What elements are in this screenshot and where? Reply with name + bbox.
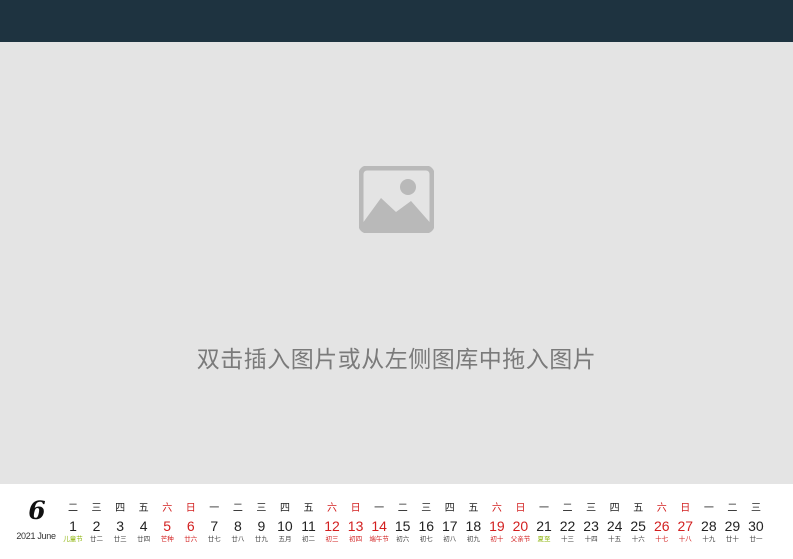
weekday-label: 四	[115, 503, 126, 514]
weekday-label: 一	[539, 503, 549, 514]
day-number: 20	[512, 518, 529, 534]
day-number: 3	[116, 518, 124, 534]
weekday-label: 三	[421, 503, 432, 514]
weekday-label: 六	[327, 503, 338, 514]
weekday-label: 四	[279, 503, 290, 514]
day-number: 8	[233, 518, 242, 534]
day-number: 1	[69, 518, 77, 534]
weekday-label: 六	[491, 503, 502, 514]
weekday-label: 三	[91, 503, 102, 514]
day-number: 28	[701, 518, 717, 534]
weekday-label: 一	[703, 503, 714, 514]
day-number: 17	[442, 518, 458, 534]
top-toolbar	[0, 0, 793, 42]
day-number: 13	[347, 518, 364, 534]
weekday-label: 四	[609, 503, 620, 514]
weekday-label: 一	[374, 503, 385, 514]
weekday-label: 三	[256, 503, 267, 514]
day-number: 6	[186, 518, 195, 534]
weekday-label: 五	[138, 503, 149, 514]
month-number: 6	[28, 496, 46, 525]
weekday-label: 五	[633, 503, 644, 514]
weekday-label: 一	[209, 503, 220, 514]
weekday-label: 二	[68, 503, 78, 514]
weekday-label: 日	[185, 503, 196, 514]
day-number: 21	[536, 518, 552, 534]
weekday-label: 日	[515, 503, 526, 514]
day-number: 4	[139, 518, 148, 534]
weekday-label: 四	[444, 503, 455, 514]
weekday-label: 三	[586, 503, 597, 514]
weekday-label: 日	[680, 503, 691, 514]
day-number: 15	[394, 518, 411, 534]
day-number: 10	[277, 518, 293, 534]
year-month-label: 2021 June	[16, 531, 56, 541]
weekday-label: 二	[232, 503, 243, 514]
weekday-label: 三	[750, 503, 761, 514]
day-number: 16	[418, 518, 435, 534]
day-number: 30	[748, 518, 764, 534]
day-number: 27	[677, 518, 694, 534]
weekday-label: 五	[468, 503, 479, 514]
weekday-label: 二	[397, 503, 408, 514]
weekday-label: 日	[350, 503, 361, 514]
day-number: 29	[724, 518, 741, 534]
day-number: 22	[559, 518, 576, 534]
weekday-label: 五	[303, 503, 314, 514]
day-number: 24	[606, 518, 623, 534]
image-drop-area[interactable]: 双击插入图片或从左侧图库中拖入图片	[0, 42, 793, 484]
day-number: 14	[371, 518, 387, 534]
day-number: 18	[465, 518, 482, 534]
day-number: 5	[163, 518, 172, 534]
day-number: 9	[257, 518, 266, 534]
placeholder-instruction: 双击插入图片或从左侧图库中拖入图片	[196, 347, 597, 373]
day-number: 26	[653, 518, 670, 534]
image-placeholder-icon	[359, 166, 434, 233]
day-number: 2	[92, 518, 101, 534]
weekday-label: 六	[162, 503, 173, 514]
day-number: 25	[630, 518, 646, 534]
weekday-label: 二	[562, 503, 573, 514]
day-number: 11	[301, 518, 316, 534]
day-number: 23	[583, 518, 599, 534]
day-number: 19	[489, 518, 505, 534]
weekday-label: 二	[727, 503, 738, 514]
lunar-date: 廿一	[749, 535, 763, 543]
day-number: 7	[210, 518, 219, 534]
day-number: 12	[324, 518, 340, 534]
weekday-label: 六	[656, 503, 667, 514]
